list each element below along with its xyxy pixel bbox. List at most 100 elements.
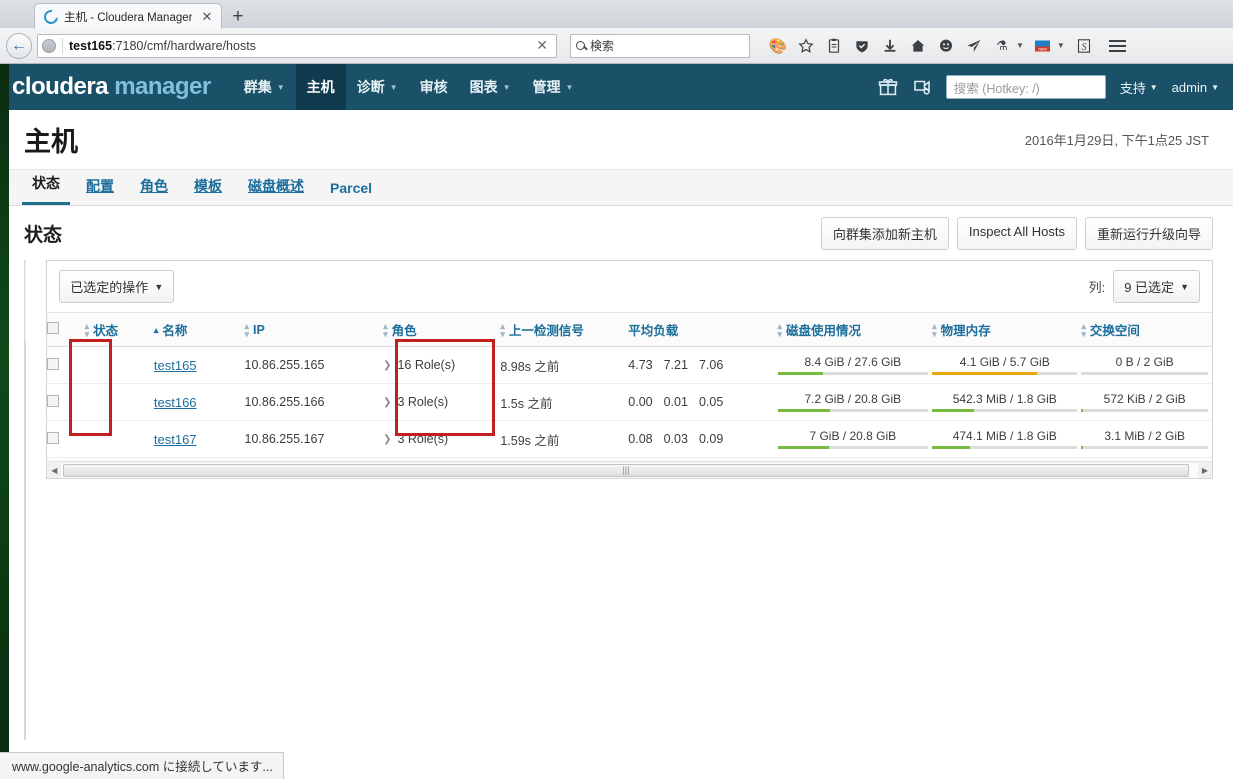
bookmark-star-icon[interactable]: [797, 37, 815, 55]
chevron-down-icon: ▼: [502, 82, 511, 92]
select-all-checkbox[interactable]: [47, 322, 60, 334]
cm-nav-administration[interactable]: 管理 ▼: [522, 64, 585, 110]
filters-body: ❯ 搜索 ❯ 状态 运行状况良好 3: [25, 342, 26, 740]
flask-icon[interactable]: ⚗: [993, 37, 1011, 55]
row-roles-cell: ❯ 3 Role(s): [383, 420, 501, 458]
disk-usage-bar: [777, 409, 929, 412]
reading-list-icon[interactable]: [825, 37, 843, 55]
load-1min: 0.00: [628, 395, 653, 409]
table-horizontal-scrollbar[interactable]: ◀ ||| ▶: [47, 461, 1212, 478]
sort-icon[interactable]: ▴ ▾: [1081, 321, 1086, 338]
host-link[interactable]: test166: [154, 395, 197, 410]
chevron-right-icon[interactable]: ❯: [383, 434, 391, 445]
col-last-heartbeat-label: 上一检测信号: [508, 324, 584, 338]
browser-search-box[interactable]: 検索: [570, 33, 750, 58]
chat-icon[interactable]: [937, 37, 955, 55]
table-row[interactable]: test165 10.86.255.165 ❯ 16 Role(s) 8.98s …: [47, 346, 1212, 384]
row-heartbeat-cell: 8.98s 之前: [500, 346, 629, 384]
cm-nav-hosts[interactable]: 主机: [295, 64, 346, 110]
host-link[interactable]: test167: [154, 432, 197, 447]
send-icon[interactable]: [965, 37, 983, 55]
sort-icon[interactable]: ▴ ▾: [85, 321, 90, 338]
cloudera-manager-logo[interactable]: cloudera manager: [12, 75, 211, 99]
row-checkbox[interactable]: [47, 431, 60, 444]
page-header: 主机 2016年1月29日, 下午1点25 JST: [0, 110, 1233, 170]
roles-label: 3 Role(s): [397, 395, 449, 409]
table-row[interactable]: test167 10.86.255.167 ❯ 3 Role(s) 1.59s 之…: [47, 420, 1212, 458]
download-icon[interactable]: [881, 37, 899, 55]
swap-bar: [1081, 372, 1208, 375]
tab-roles[interactable]: 角色: [130, 176, 178, 205]
shield-icon[interactable]: [853, 37, 871, 55]
cm-nav-charts[interactable]: 图表 ▼: [459, 64, 522, 110]
scroll-right-arrow-icon[interactable]: ▶: [1198, 466, 1212, 475]
sort-icon[interactable]: ▴ ▾: [500, 321, 505, 338]
tab-configuration[interactable]: 配置: [76, 176, 124, 205]
sort-icon[interactable]: ▴ ▾: [778, 321, 783, 338]
cm-nav-audits[interactable]: 审核: [409, 64, 459, 110]
row-swap-cell: 0 B / 2 GiB: [1081, 346, 1212, 384]
row-checkbox[interactable]: [47, 394, 60, 407]
close-icon[interactable]: ✕: [198, 10, 215, 23]
scrollbar-track[interactable]: |||: [61, 462, 1198, 478]
section-header-row: 状态 向群集添加新主机 Inspect All Hosts 重新运行升级向导: [0, 206, 1233, 260]
chevron-right-icon[interactable]: ❯: [383, 397, 391, 408]
row-checkbox[interactable]: [47, 357, 60, 370]
home-icon[interactable]: [909, 37, 927, 55]
chevron-down-icon-2[interactable]: ▼: [1057, 41, 1065, 50]
add-new-hosts-button[interactable]: 向群集添加新主机: [820, 216, 949, 250]
support-menu[interactable]: 支持 ▼: [1120, 78, 1158, 97]
col-ip[interactable]: ▴ ▾ IP: [244, 313, 384, 347]
back-button[interactable]: ←: [6, 32, 32, 59]
col-physical-memory[interactable]: ▴ ▾ 物理内存: [932, 313, 1082, 347]
address-bar[interactable]: test165:7180/cmf/hardware/hosts ✕: [37, 33, 557, 58]
col-load-average[interactable]: 平均负载: [628, 313, 778, 347]
col-name[interactable]: ▴ 名称: [153, 313, 245, 347]
col-last-heartbeat[interactable]: ▴ ▾ 上一检测信号: [500, 313, 629, 347]
chevron-right-icon[interactable]: ❯: [383, 360, 391, 371]
sort-icon[interactable]: ▴ ▾: [245, 321, 250, 338]
support-wrench-icon[interactable]: [912, 77, 932, 97]
load-5min: 7.21: [663, 358, 688, 372]
left-edge-stripe: [0, 64, 9, 779]
tab-status[interactable]: 状态: [22, 173, 70, 205]
col-status[interactable]: ▴ ▾ 状态: [84, 313, 154, 347]
chevron-down-icon[interactable]: ▼: [1016, 41, 1024, 50]
col-roles[interactable]: ▴ ▾ 角色: [383, 313, 501, 347]
sort-icon-active[interactable]: ▴: [154, 325, 159, 334]
sort-icon[interactable]: ▴ ▾: [383, 321, 388, 338]
scrollbar-thumb[interactable]: |||: [63, 463, 1189, 477]
browser-menu-button[interactable]: [1108, 39, 1126, 52]
news-icon[interactable]: new: [1034, 37, 1052, 55]
gift-icon[interactable]: [878, 77, 898, 97]
cm-nav-clusters[interactable]: 群集 ▼: [233, 64, 296, 110]
selected-actions-dropdown[interactable]: 已选定的操作 ▼: [59, 270, 175, 303]
extension-icon[interactable]: 🎨: [769, 37, 788, 55]
url-host: test165: [69, 38, 113, 53]
host-link[interactable]: test165: [154, 358, 197, 373]
col-swap-space[interactable]: ▴ ▾ 交换空间: [1081, 313, 1212, 347]
rerun-upgrade-wizard-button[interactable]: 重新运行升级向导: [1084, 216, 1213, 250]
table-row[interactable]: test166 10.86.255.166 ❯ 3 Role(s) 1.5s 之前…: [47, 383, 1212, 421]
tab-parcel[interactable]: Parcel: [320, 180, 382, 205]
page-content: 筛选器 ❯ 搜索 ❯ 状态: [0, 260, 1233, 740]
load-5min: 0.03: [663, 432, 688, 446]
user-menu[interactable]: admin ▼: [1172, 80, 1219, 95]
memory-bar: [932, 446, 1078, 449]
browser-tab[interactable]: 主机 - Cloudera Manager ✕: [34, 3, 223, 29]
script-icon[interactable]: S: [1075, 37, 1093, 55]
cm-search-input[interactable]: 搜索 (Hotkey: /): [945, 75, 1106, 99]
cm-nav-diagnostics[interactable]: 诊断 ▼: [346, 64, 409, 110]
tab-templates[interactable]: 模板: [184, 176, 232, 205]
row-status-cell: [84, 383, 154, 421]
sort-icon[interactable]: ▴ ▾: [932, 321, 937, 338]
inspect-all-hosts-button[interactable]: Inspect All Hosts: [956, 216, 1077, 250]
tab-disk-overview[interactable]: 磁盘概述: [238, 176, 314, 205]
clear-url-icon[interactable]: ✕: [532, 37, 552, 54]
scroll-left-arrow-icon[interactable]: ◀: [47, 466, 61, 475]
cloudera-manager-navbar: cloudera manager 群集 ▼ 主机 诊断 ▼ 审核 图表 ▼ 管理 ▼ 搜…: [0, 64, 1233, 110]
cm-search-placeholder: 搜索 (Hotkey: /): [953, 81, 1040, 96]
new-tab-button[interactable]: +: [232, 7, 243, 26]
col-disk-usage[interactable]: ▴ ▾ 磁盘使用情况: [777, 313, 933, 347]
columns-dropdown[interactable]: 9 已选定 ▼: [1113, 270, 1200, 303]
